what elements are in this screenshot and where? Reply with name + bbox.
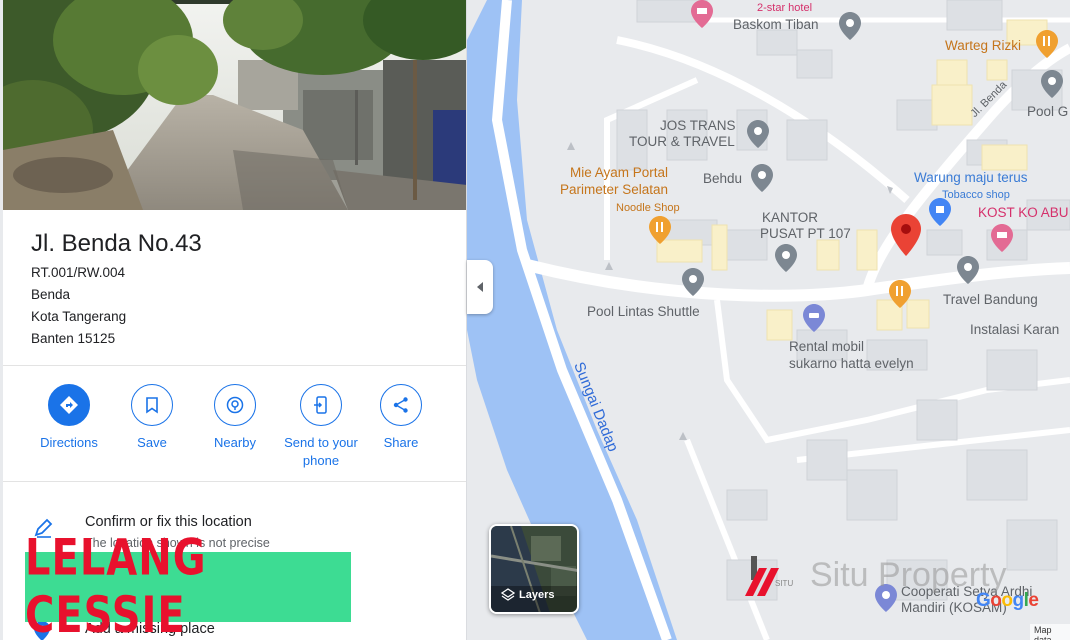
map-label-pool-lintas: Pool Lintas Shuttle bbox=[587, 304, 700, 319]
share-label: Share bbox=[383, 435, 419, 450]
phone-icon bbox=[300, 384, 342, 426]
map-data-attribution[interactable]: Map data bbox=[1030, 624, 1070, 640]
map-label-rental-2: sukarno hatta evelyn bbox=[789, 356, 914, 371]
layers-label-wrap: Layers bbox=[501, 588, 554, 602]
send-to-phone-button[interactable]: Send to your phone bbox=[276, 384, 366, 470]
lelang-cessie-banner: LELANG CESSIE bbox=[25, 530, 351, 640]
map-label-mie-ayam-2: Parimeter Selatan bbox=[560, 182, 669, 197]
address-line-rt-rw: RT.001/RW.004 bbox=[31, 265, 126, 280]
map-label-mie-ayam-1: Mie Ayam Portal bbox=[570, 165, 669, 180]
share-icon bbox=[380, 384, 422, 426]
address-block: Jl. Benda No.43 RT.001/RW.004 Benda Kota… bbox=[3, 210, 466, 366]
baskom-pin-icon[interactable] bbox=[839, 12, 861, 40]
address-line-district: Benda bbox=[31, 287, 71, 302]
google-logo-letter: G bbox=[976, 590, 991, 611]
map-label-hotel: 2-star hotel bbox=[757, 2, 813, 14]
map-label-kost: KOST KO ABU bbox=[978, 205, 1069, 220]
place-panel: Jl. Benda No.43 RT.001/RW.004 Benda Kota… bbox=[3, 0, 467, 640]
directions-label: Directions bbox=[40, 435, 98, 450]
send-to-phone-label-line2: phone bbox=[302, 453, 340, 468]
directions-icon bbox=[48, 384, 90, 426]
nearby-label: Nearby bbox=[214, 435, 256, 450]
bookmark-icon bbox=[131, 384, 173, 426]
rental-mobil-pin-icon[interactable] bbox=[803, 304, 825, 332]
nearby-icon bbox=[214, 384, 256, 426]
jos-trans-pin-icon[interactable] bbox=[747, 120, 769, 148]
address-line-province: Banten 15125 bbox=[31, 331, 116, 346]
map-label-tobacco: Tobacco shop bbox=[942, 189, 1010, 201]
place-title: Jl. Benda No.43 bbox=[31, 230, 202, 257]
app-root: Jl. Benda No.43 RT.001/RW.004 Benda Kota… bbox=[0, 0, 1070, 640]
google-logo: Google bbox=[976, 590, 1039, 612]
svg-text:SITU: SITU bbox=[775, 579, 793, 588]
share-button[interactable]: Share bbox=[359, 384, 443, 452]
warteg-pin-icon[interactable] bbox=[1036, 30, 1058, 58]
map-label-noodle: Noodle Shop bbox=[616, 202, 680, 214]
layers-button[interactable]: Layers bbox=[489, 524, 579, 614]
google-logo-text: Google bbox=[976, 590, 1039, 611]
map-label-warung: Warung maju terus bbox=[914, 170, 1028, 185]
google-logo-letter: o bbox=[990, 590, 1002, 611]
layers-label: Layers bbox=[519, 589, 555, 601]
send-to-phone-label: Send to your phone bbox=[276, 434, 366, 470]
address-line-city: Kota Tangerang bbox=[31, 309, 127, 324]
map-label-warteg: Warteg Rizki bbox=[945, 38, 1022, 53]
send-to-phone-label-line1: Send to your bbox=[284, 435, 358, 450]
confirm-location-title: Confirm or fix this location bbox=[85, 514, 252, 530]
map-label-jos-trans-2: TOUR & TRAVEL bbox=[629, 134, 735, 149]
situ-logo-watermark: SITU bbox=[745, 556, 807, 601]
map-label-instalasi: Instalasi Karan bbox=[970, 322, 1060, 337]
travel-bandung-pin-icon[interactable] bbox=[957, 256, 979, 284]
banner-text: LELANG CESSIE bbox=[25, 529, 207, 640]
map-label-baskom: Baskom Tiban bbox=[733, 17, 819, 32]
behdu-pin-icon[interactable] bbox=[751, 164, 773, 192]
map-label-travel-bandung: Travel Bandung bbox=[943, 292, 1038, 307]
google-logo-letter: g bbox=[1012, 590, 1025, 611]
save-button[interactable]: Save bbox=[110, 384, 194, 452]
hotel-pin-icon[interactable] bbox=[691, 0, 713, 28]
chevron-left-icon bbox=[477, 282, 483, 292]
kost-pin-icon[interactable] bbox=[991, 224, 1013, 252]
map-label-kantor-2: PUSAT PT 107 bbox=[760, 226, 851, 241]
map-label-jos-trans-1: JOS TRANS bbox=[660, 118, 736, 133]
directions-button[interactable]: Directions bbox=[27, 384, 111, 452]
map-label-rental-1: Rental mobil bbox=[789, 339, 865, 354]
nearby-button[interactable]: Nearby bbox=[193, 384, 277, 452]
map-label-pool-g: Pool G bbox=[1027, 104, 1069, 119]
save-label: Save bbox=[137, 435, 167, 450]
street-view-photo[interactable] bbox=[3, 0, 466, 210]
action-buttons: Directions Save Nearby Send to your phone bbox=[3, 366, 466, 482]
layers-icon bbox=[501, 588, 515, 601]
noodle-shop-pin-icon[interactable] bbox=[649, 216, 671, 244]
pool-g-pin-icon[interactable] bbox=[1041, 70, 1063, 98]
collapse-panel-button[interactable] bbox=[467, 260, 493, 314]
google-logo-letter: e bbox=[1028, 590, 1039, 611]
map-label-kantor-1: KANTOR bbox=[762, 210, 819, 225]
map-label-behdu: Behdu bbox=[703, 171, 743, 186]
kantor-pin-icon[interactable] bbox=[775, 244, 797, 272]
location-marker-icon[interactable] bbox=[891, 214, 921, 256]
restaurant-pin-icon[interactable] bbox=[889, 280, 911, 308]
pool-lintas-pin-icon[interactable] bbox=[682, 268, 704, 296]
google-logo-letter: o bbox=[1001, 590, 1013, 611]
